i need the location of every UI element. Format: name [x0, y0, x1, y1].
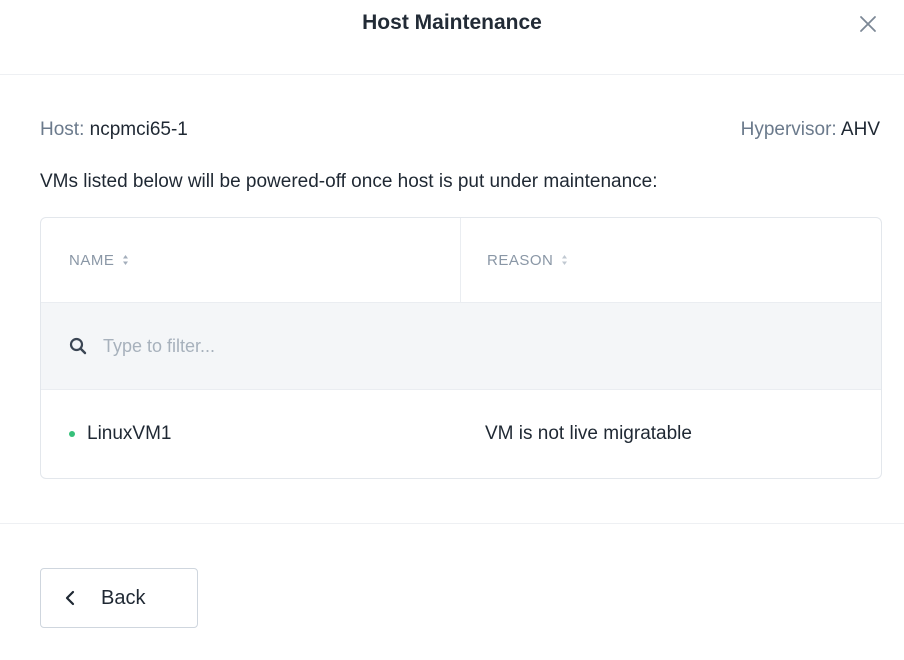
column-header-name[interactable]: NAME — [41, 218, 461, 302]
host-value: ncpmci65-1 — [89, 119, 188, 140]
vm-table: NAME REASON Type to filter... LinuxVM1 V… — [40, 217, 882, 479]
vm-name-cell: LinuxVM1 — [41, 423, 461, 445]
footer-divider — [0, 523, 904, 524]
vm-name: LinuxVM1 — [87, 423, 172, 444]
vm-reason-cell: VM is not live migratable — [485, 423, 692, 444]
hypervisor-info: Hypervisor: AHV — [741, 119, 880, 141]
hypervisor-label: Hypervisor: — [740, 119, 837, 140]
status-dot — [69, 431, 75, 437]
close-button[interactable] — [852, 8, 884, 40]
host-label: Host: — [40, 119, 85, 140]
dialog-header: Host Maintenance — [0, 0, 904, 75]
dialog-footer: Back — [0, 568, 904, 628]
column-header-reason[interactable]: REASON — [461, 218, 881, 302]
hypervisor-value: AHV — [840, 119, 880, 140]
back-button[interactable]: Back — [40, 568, 198, 628]
close-icon — [860, 16, 876, 32]
host-info: Host: ncpmci65-1 — [40, 119, 188, 141]
dialog-body: Host: ncpmci65-1 Hypervisor: AHV VMs lis… — [0, 119, 904, 479]
filter-input[interactable] — [101, 334, 505, 358]
column-header-reason-label: REASON — [487, 251, 554, 269]
table-row[interactable]: LinuxVM1 VM is not live migratable — [41, 390, 881, 478]
dialog-title: Host Maintenance — [362, 11, 542, 34]
power-off-notice: VMs listed below will be powered-off onc… — [40, 171, 658, 192]
table-header: NAME REASON — [41, 218, 881, 303]
chevron-left-icon — [65, 590, 75, 606]
sort-icon — [561, 254, 568, 266]
search-icon — [69, 337, 87, 355]
sort-icon — [122, 254, 129, 266]
back-button-label: Back — [101, 586, 146, 609]
filter-row — [41, 303, 881, 390]
column-header-name-label: NAME — [69, 251, 115, 269]
host-info-row: Host: ncpmci65-1 Hypervisor: AHV — [40, 119, 880, 141]
host-maintenance-dialog: Host Maintenance Host: ncpmci65-1 Hyperv… — [0, 0, 904, 660]
